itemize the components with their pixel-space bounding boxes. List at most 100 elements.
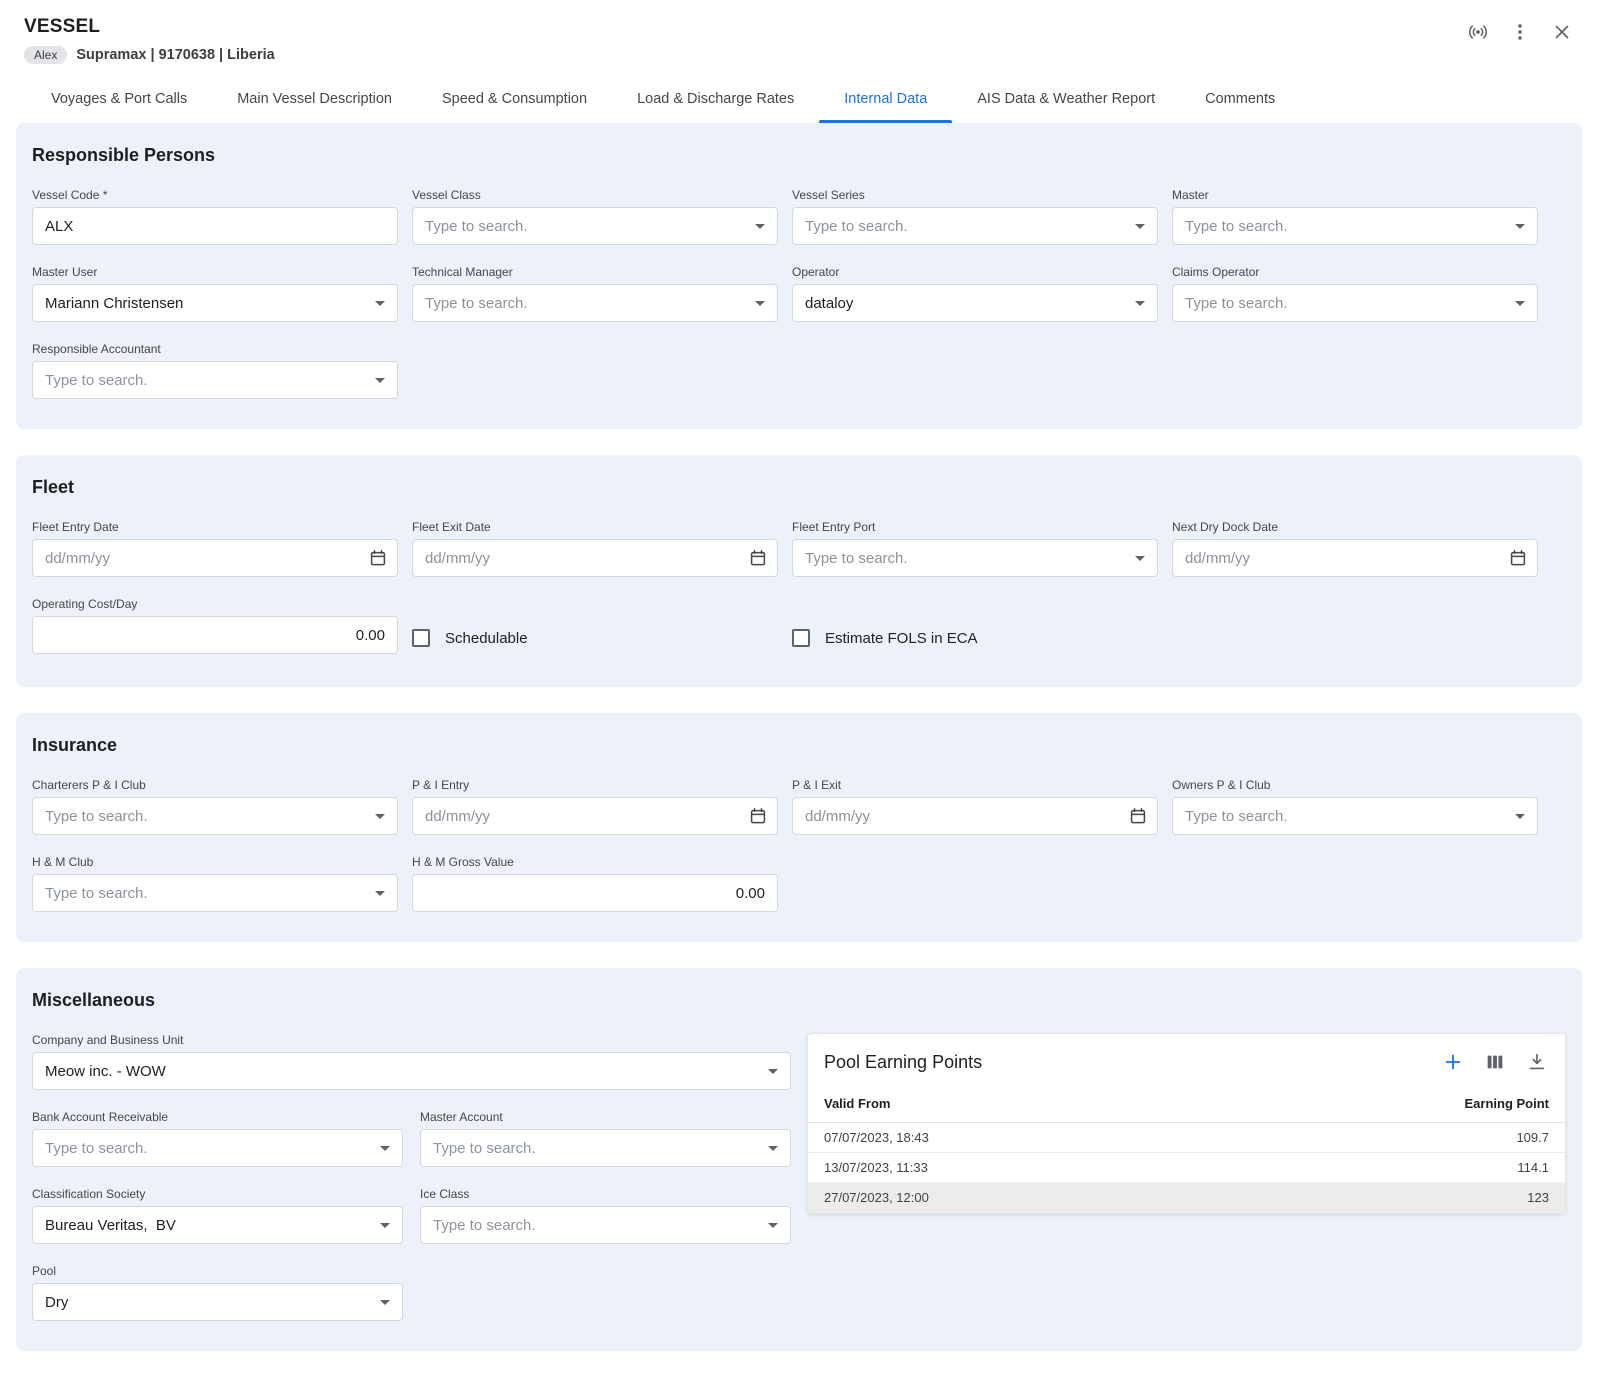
master-input[interactable]	[1173, 208, 1537, 244]
table-row[interactable]: 13/07/2023, 11:33 114.1	[808, 1153, 1565, 1183]
pi-entry-input[interactable]	[413, 798, 777, 834]
hm-gross-value-control[interactable]	[412, 874, 778, 912]
chevron-down-icon[interactable]	[1515, 814, 1525, 819]
chevron-down-icon[interactable]	[375, 891, 385, 896]
pool-input[interactable]	[33, 1284, 402, 1320]
vessel-code-input[interactable]	[33, 208, 397, 244]
master-account-input[interactable]	[421, 1130, 790, 1166]
estimate-fols-checkbox[interactable]	[792, 629, 810, 647]
tab-ais-data-weather-report[interactable]: AIS Data & Weather Report	[952, 76, 1180, 123]
chevron-down-icon[interactable]	[755, 301, 765, 306]
charterers-club-select[interactable]	[32, 797, 398, 835]
company-business-unit-select[interactable]	[32, 1052, 791, 1090]
master-select[interactable]	[1172, 207, 1538, 245]
calendar-icon[interactable]	[1129, 807, 1147, 825]
master-user-select[interactable]	[32, 284, 398, 322]
table-row[interactable]: 07/07/2023, 18:43 109.7	[808, 1123, 1565, 1153]
vessel-class-input[interactable]	[413, 208, 777, 244]
company-business-unit-label: Company and Business Unit	[32, 1033, 791, 1047]
vessel-class-select[interactable]	[412, 207, 778, 245]
pi-exit-label: P & I Exit	[792, 778, 1158, 792]
tab-speed-consumption[interactable]: Speed & Consumption	[417, 76, 612, 123]
bank-account-receivable-input[interactable]	[33, 1130, 402, 1166]
kebab-menu-icon[interactable]	[1508, 20, 1532, 44]
vessel-series-select[interactable]	[792, 207, 1158, 245]
fleet-entry-date-control[interactable]	[32, 539, 398, 577]
plus-icon[interactable]	[1441, 1050, 1465, 1074]
owners-club-select[interactable]	[1172, 797, 1538, 835]
tab-voyages-port-calls[interactable]: Voyages & Port Calls	[26, 76, 212, 123]
pi-entry-control[interactable]	[412, 797, 778, 835]
fleet-entry-date-input[interactable]	[33, 540, 397, 576]
chevron-down-icon[interactable]	[755, 224, 765, 229]
charterers-club-input[interactable]	[33, 798, 397, 834]
operator-input[interactable]	[793, 285, 1157, 321]
technical-manager-input[interactable]	[413, 285, 777, 321]
ice-class-select[interactable]	[420, 1206, 791, 1244]
operating-cost-day-field: Operating Cost/Day	[32, 597, 398, 657]
hm-gross-value-input[interactable]	[413, 875, 777, 911]
next-dry-dock-date-input[interactable]	[1173, 540, 1537, 576]
calendar-icon[interactable]	[749, 807, 767, 825]
owners-club-input[interactable]	[1173, 798, 1537, 834]
tab-main-vessel-description[interactable]: Main Vessel Description	[212, 76, 417, 123]
technical-manager-select[interactable]	[412, 284, 778, 322]
fleet-entry-port-input[interactable]	[793, 540, 1157, 576]
fleet-exit-date-control[interactable]	[412, 539, 778, 577]
chevron-down-icon[interactable]	[375, 301, 385, 306]
pool-select[interactable]	[32, 1283, 403, 1321]
calendar-icon[interactable]	[369, 549, 387, 567]
pi-exit-input[interactable]	[793, 798, 1157, 834]
broadcast-icon[interactable]	[1466, 20, 1490, 44]
chevron-down-icon[interactable]	[375, 814, 385, 819]
responsible-accountant-select[interactable]	[32, 361, 398, 399]
chevron-down-icon[interactable]	[375, 378, 385, 383]
hm-club-select[interactable]	[32, 874, 398, 912]
table-row[interactable]: 27/07/2023, 12:00 123	[808, 1183, 1565, 1213]
chevron-down-icon[interactable]	[1135, 224, 1145, 229]
close-icon[interactable]	[1550, 20, 1574, 44]
chevron-down-icon[interactable]	[380, 1300, 390, 1305]
download-icon[interactable]	[1525, 1050, 1549, 1074]
chevron-down-icon[interactable]	[1135, 556, 1145, 561]
tab-internal-data[interactable]: Internal Data	[819, 76, 952, 123]
classification-society-select[interactable]	[32, 1206, 403, 1244]
ice-class-input[interactable]	[421, 1207, 790, 1243]
bank-account-receivable-select[interactable]	[32, 1129, 403, 1167]
chevron-down-icon[interactable]	[380, 1146, 390, 1151]
chevron-down-icon[interactable]	[1135, 301, 1145, 306]
chevron-down-icon[interactable]	[768, 1223, 778, 1228]
chevron-down-icon[interactable]	[768, 1069, 778, 1074]
company-business-unit-input[interactable]	[33, 1053, 790, 1089]
operating-cost-day-input[interactable]	[33, 617, 397, 653]
chevron-down-icon[interactable]	[380, 1223, 390, 1228]
operator-select[interactable]	[792, 284, 1158, 322]
chevron-down-icon[interactable]	[768, 1146, 778, 1151]
pool-earning-points-title: Pool Earning Points	[824, 1052, 982, 1073]
table-header: Valid From Earning Point	[808, 1086, 1565, 1123]
pi-exit-control[interactable]	[792, 797, 1158, 835]
hm-club-input[interactable]	[33, 875, 397, 911]
tab-load-discharge-rates[interactable]: Load & Discharge Rates	[612, 76, 819, 123]
schedulable-checkbox[interactable]	[412, 629, 430, 647]
tab-comments[interactable]: Comments	[1180, 76, 1300, 123]
pool-field: Pool	[32, 1264, 403, 1321]
responsible-accountant-input[interactable]	[33, 362, 397, 398]
next-dry-dock-date-field: Next Dry Dock Date	[1172, 520, 1538, 577]
operating-cost-day-control[interactable]	[32, 616, 398, 654]
classification-society-input[interactable]	[33, 1207, 402, 1243]
claims-operator-select[interactable]	[1172, 284, 1538, 322]
vessel-series-input[interactable]	[793, 208, 1157, 244]
chevron-down-icon[interactable]	[1515, 224, 1525, 229]
columns-icon[interactable]	[1483, 1050, 1507, 1074]
calendar-icon[interactable]	[749, 549, 767, 567]
fleet-exit-date-input[interactable]	[413, 540, 777, 576]
master-account-select[interactable]	[420, 1129, 791, 1167]
calendar-icon[interactable]	[1509, 549, 1527, 567]
master-user-input[interactable]	[33, 285, 397, 321]
fleet-entry-port-select[interactable]	[792, 539, 1158, 577]
vessel-code-control[interactable]	[32, 207, 398, 245]
chevron-down-icon[interactable]	[1515, 301, 1525, 306]
claims-operator-input[interactable]	[1173, 285, 1537, 321]
next-dry-dock-date-control[interactable]	[1172, 539, 1538, 577]
